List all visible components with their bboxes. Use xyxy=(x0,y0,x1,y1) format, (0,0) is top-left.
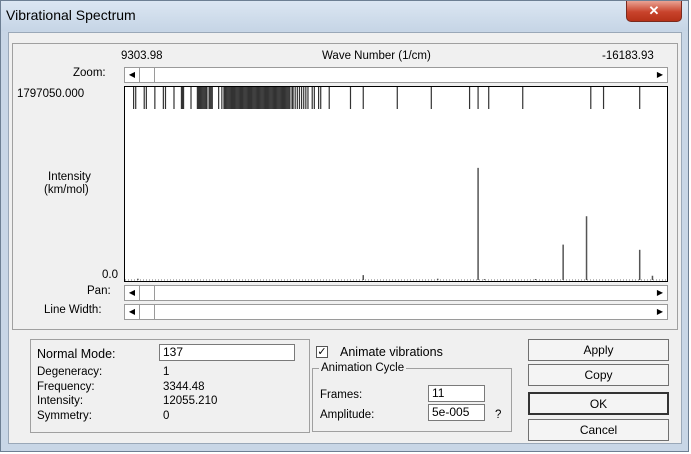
linewidth-scrollbar[interactable]: ◀ ▶ xyxy=(124,304,668,320)
pan-right-arrow-icon[interactable]: ▶ xyxy=(653,286,667,300)
window-title: Vibrational Spectrum xyxy=(6,7,136,23)
degeneracy-label: Degeneracy: xyxy=(37,366,103,378)
animate-checkbox[interactable]: ✓ xyxy=(316,346,328,358)
linewidth-left-arrow-icon[interactable]: ◀ xyxy=(125,305,139,319)
pan-label: Pan: xyxy=(87,285,111,297)
spectrum-svg xyxy=(125,87,667,281)
close-button[interactable]: ✕ xyxy=(626,1,682,22)
axis-left-value: 9303.98 xyxy=(121,50,163,62)
amplitude-label: Amplitude: xyxy=(320,409,375,421)
copy-button[interactable]: Copy xyxy=(528,364,669,386)
y-title-line1: Intensity xyxy=(48,171,91,183)
normal-mode-input[interactable]: 137 xyxy=(159,344,295,361)
pan-thumb[interactable] xyxy=(139,286,155,300)
zoom-left-arrow-icon[interactable]: ◀ xyxy=(125,68,139,82)
zoom-right-arrow-icon[interactable]: ▶ xyxy=(653,68,667,82)
amplitude-input[interactable]: 5e-005 xyxy=(428,404,485,421)
degeneracy-value: 1 xyxy=(163,366,170,378)
axis-right-value: -16183.93 xyxy=(602,50,654,62)
animate-label: Animate vibrations xyxy=(340,345,443,359)
axis-title: Wave Number (1/cm) xyxy=(322,50,431,62)
zoom-scrollbar[interactable]: ◀ ▶ xyxy=(124,67,668,83)
frequency-label: Frequency: xyxy=(37,381,95,393)
symmetry-value: 0 xyxy=(163,410,170,422)
y-title-line2: (km/mol) xyxy=(44,184,89,196)
cancel-button[interactable]: Cancel xyxy=(528,419,669,441)
apply-button[interactable]: Apply xyxy=(528,339,669,361)
normal-mode-label: Normal Mode: xyxy=(37,347,116,361)
symmetry-label: Symmetry: xyxy=(37,410,92,422)
linewidth-thumb[interactable] xyxy=(139,305,155,319)
intensity-label: Intensity: xyxy=(37,395,84,407)
linewidth-label: Line Width: xyxy=(44,304,102,316)
frames-label: Frames: xyxy=(320,389,363,401)
zoom-label: Zoom: xyxy=(73,67,106,79)
pan-scrollbar[interactable]: ◀ ▶ xyxy=(124,285,668,301)
pan-left-arrow-icon[interactable]: ◀ xyxy=(125,286,139,300)
y-min-label: 0.0 xyxy=(102,269,118,281)
animation-cycle-label: Animation Cycle xyxy=(319,362,407,374)
frequency-value: 3344.48 xyxy=(163,381,205,393)
ok-button[interactable]: OK xyxy=(528,392,669,415)
frames-input[interactable]: 11 xyxy=(428,385,485,402)
spectrum-plot[interactable] xyxy=(124,86,668,282)
linewidth-right-arrow-icon[interactable]: ▶ xyxy=(653,305,667,319)
zoom-thumb[interactable] xyxy=(139,68,155,82)
help-icon[interactable]: ? xyxy=(495,409,501,421)
intensity-value: 12055.210 xyxy=(163,395,218,407)
y-max-label: 1797050.000 xyxy=(17,88,85,100)
